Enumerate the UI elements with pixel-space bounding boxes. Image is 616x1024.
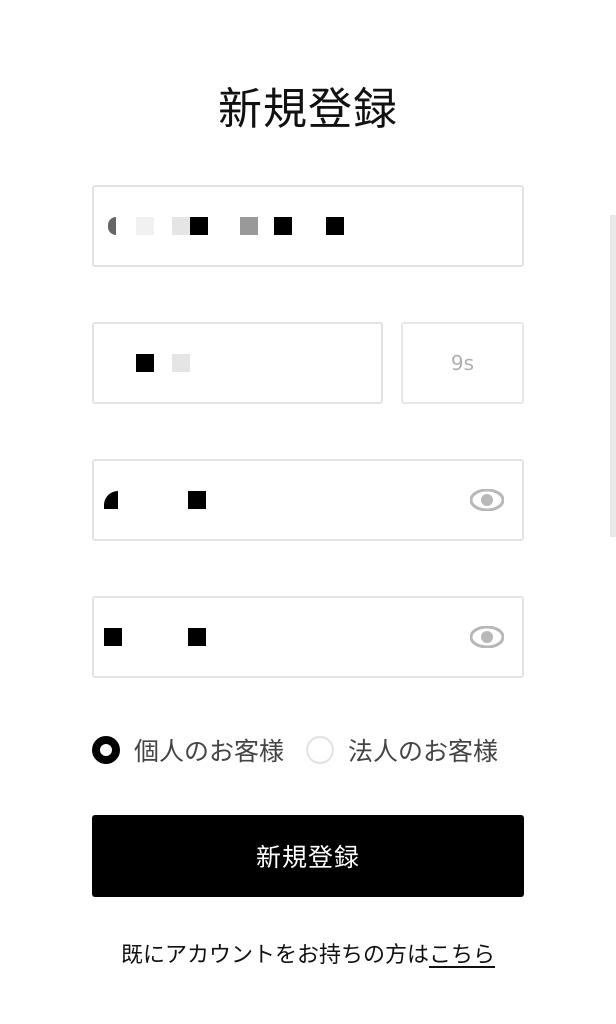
masked-value xyxy=(106,324,190,402)
masked-value xyxy=(104,598,206,676)
login-link[interactable]: こちら xyxy=(429,943,495,968)
scrollbar[interactable] xyxy=(610,215,616,537)
register-button[interactable]: 新規登録 xyxy=(92,815,524,897)
radio-label: 法人のお客様 xyxy=(348,737,499,766)
resend-code-button[interactable]: 9s xyxy=(401,322,524,404)
password-input[interactable] xyxy=(92,459,524,541)
account-type-radio-group: 個人のお客様 法人のお客様 xyxy=(92,728,520,772)
eye-icon[interactable] xyxy=(470,489,504,511)
login-prompt: 既にアカウントをお持ちの方はこちら xyxy=(0,938,616,974)
password-confirm-input[interactable] xyxy=(92,596,524,678)
radio-label: 個人のお客様 xyxy=(134,737,285,766)
verification-code-input[interactable] xyxy=(92,322,383,404)
page-title: 新規登録 xyxy=(218,84,398,135)
eye-icon[interactable] xyxy=(470,626,504,648)
masked-value xyxy=(106,187,344,265)
account-input[interactable] xyxy=(92,185,524,267)
radio-corporate[interactable]: 法人のお客様 xyxy=(306,732,498,768)
masked-value xyxy=(104,461,206,539)
radio-checked-icon[interactable] xyxy=(92,736,120,764)
radio-individual[interactable]: 個人のお客様 xyxy=(92,732,284,768)
radio-unchecked-icon[interactable] xyxy=(306,736,335,764)
login-prompt-text: 既にアカウントをお持ちの方は xyxy=(120,943,429,968)
